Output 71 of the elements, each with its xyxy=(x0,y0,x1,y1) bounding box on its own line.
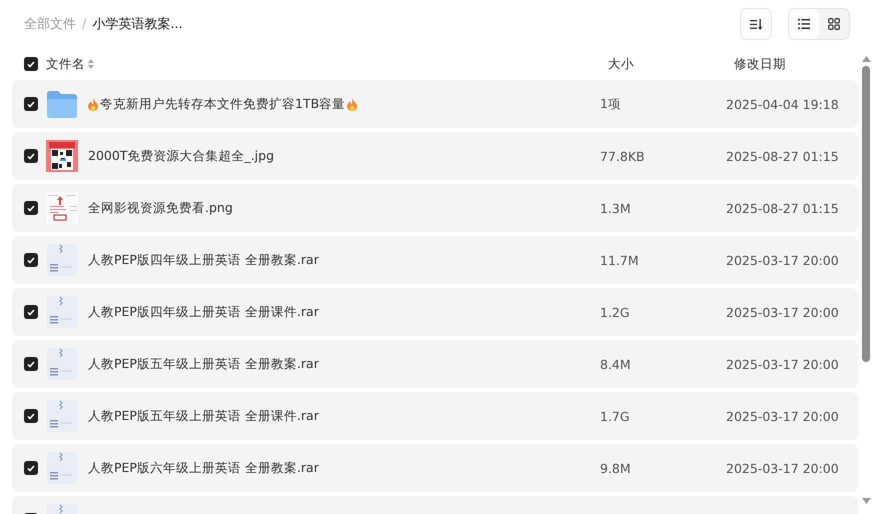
file-row[interactable]: 人教PEP版五年级上册英语 全册课件.rar 1.7G 2025-03-17 20:00 xyxy=(12,392,858,440)
file-size: 9.8M xyxy=(600,460,632,476)
file-name: 人教PEP版五年级上册英语 全册课件.rar xyxy=(88,408,319,424)
modified-date: 2025-08-27 01:15 xyxy=(726,200,839,216)
modified-date: 2025-04-04 19:18 xyxy=(726,96,839,112)
list-view-button[interactable] xyxy=(789,9,819,39)
checkmark-icon xyxy=(27,152,35,160)
file-size: 1.2G xyxy=(600,304,631,320)
modified-date: 2025-08-27 01:15 xyxy=(726,148,839,164)
column-header[interactable]: 修改日期 xyxy=(734,56,786,72)
file-row[interactable]: 2000T免费资源大合集超全_.jpg 77.8KB 2025-08-27 01:15 xyxy=(12,132,858,180)
file-row[interactable]: 人教PEP版四年级上册英语 全册课件.rar 1.2G 2025-03-17 20:00 xyxy=(12,288,858,336)
file-name: 人教PEP版四年级上册英语 全册教案.rar xyxy=(88,252,319,268)
file-size: 11.7M xyxy=(600,252,640,268)
file-size: 1项 xyxy=(600,96,622,112)
folder-icon xyxy=(47,90,77,118)
modified-date: 2025-03-17 20:00 xyxy=(726,304,839,320)
file-row[interactable]: 全网影视资源免费看.png 1.3M 2025-08-27 01:15 xyxy=(12,184,858,232)
checkmark-icon xyxy=(27,412,35,420)
checkbox[interactable] xyxy=(24,357,38,371)
file-size: 1.7G xyxy=(600,408,631,424)
qr-code-thumbnail xyxy=(46,140,78,172)
checkmark-icon xyxy=(27,60,35,68)
archive-file-icon xyxy=(47,296,77,328)
modified-date: 2025-03-17 20:00 xyxy=(726,252,839,268)
checkbox[interactable] xyxy=(24,149,38,163)
checkmark-icon xyxy=(27,100,35,108)
breadcrumb-item: 小学英语教案... xyxy=(92,16,183,33)
checkbox[interactable] xyxy=(24,461,38,475)
checkmark-icon xyxy=(27,360,35,368)
checkmark-icon xyxy=(27,464,35,472)
sort-button[interactable] xyxy=(740,8,772,40)
list-icon xyxy=(798,19,810,29)
archive-file-icon xyxy=(47,244,77,276)
file-row[interactable]: 人教PEP版五年级上册英语 全册教案.rar 8.4M 2025-03-17 20:00 xyxy=(12,340,858,388)
scroll-down-arrow-icon[interactable] xyxy=(862,498,870,504)
checkbox[interactable] xyxy=(24,57,38,71)
file-name: 全网影视资源免费看.png xyxy=(88,200,233,216)
file-size: 8.4M xyxy=(600,356,632,372)
checkbox[interactable] xyxy=(24,253,38,267)
file-name: 人教PEP版四年级上册英语 全册课件.rar xyxy=(88,304,319,320)
archive-file-icon xyxy=(47,452,77,484)
file-row[interactable]: 人教PEP版六年级上册英语 全册教案.rar 9.8M 2025-03-17 20:00 xyxy=(12,444,858,492)
file-row[interactable]: 人教PEP版四年级上册英语 全册教案.rar 11.7M 2025-03-17 20:00 xyxy=(12,236,858,284)
checkbox[interactable] xyxy=(24,409,38,423)
modified-date: 2025-03-17 20:00 xyxy=(726,460,839,476)
archive-file-icon xyxy=(47,400,77,432)
file-name: 人教PEP版六年级上册英语 全册教案.rar xyxy=(88,460,319,476)
file-name: 2000T免费资源大合集超全_.jpg xyxy=(88,148,274,164)
file-row[interactable]: 夸克新用户先转存本文件免费扩容1TB容量 1项 2025-04-04 19:18 xyxy=(12,80,858,128)
document-thumbnail xyxy=(46,192,78,224)
checkmark-icon xyxy=(27,308,35,316)
archive-file-icon xyxy=(47,348,77,380)
grid-icon xyxy=(828,18,840,30)
file-name: 夸克新用户先转存本文件免费扩容1TB容量 xyxy=(100,96,346,112)
modified-date: 2025-03-17 20:00 xyxy=(726,356,839,372)
breadcrumb-separator: / xyxy=(82,16,86,32)
checkbox[interactable] xyxy=(24,97,38,111)
checkbox[interactable] xyxy=(24,305,38,319)
column-header[interactable]: 文件名 xyxy=(46,56,85,72)
file-size: 1.3M xyxy=(600,200,632,216)
scroll-up-arrow-icon[interactable] xyxy=(862,56,870,62)
modified-date: 2025-03-17 20:00 xyxy=(726,408,839,424)
sort-icon xyxy=(750,18,762,30)
checkmark-icon xyxy=(27,256,35,264)
checkmark-icon xyxy=(27,204,35,212)
file-size: 77.8KB xyxy=(600,148,646,164)
file-name: 人教PEP版五年级上册英语 全册教案.rar xyxy=(88,356,319,372)
scrollbar-thumb[interactable] xyxy=(862,66,870,362)
checkbox[interactable] xyxy=(24,201,38,215)
column-header[interactable]: 大小 xyxy=(608,56,734,72)
